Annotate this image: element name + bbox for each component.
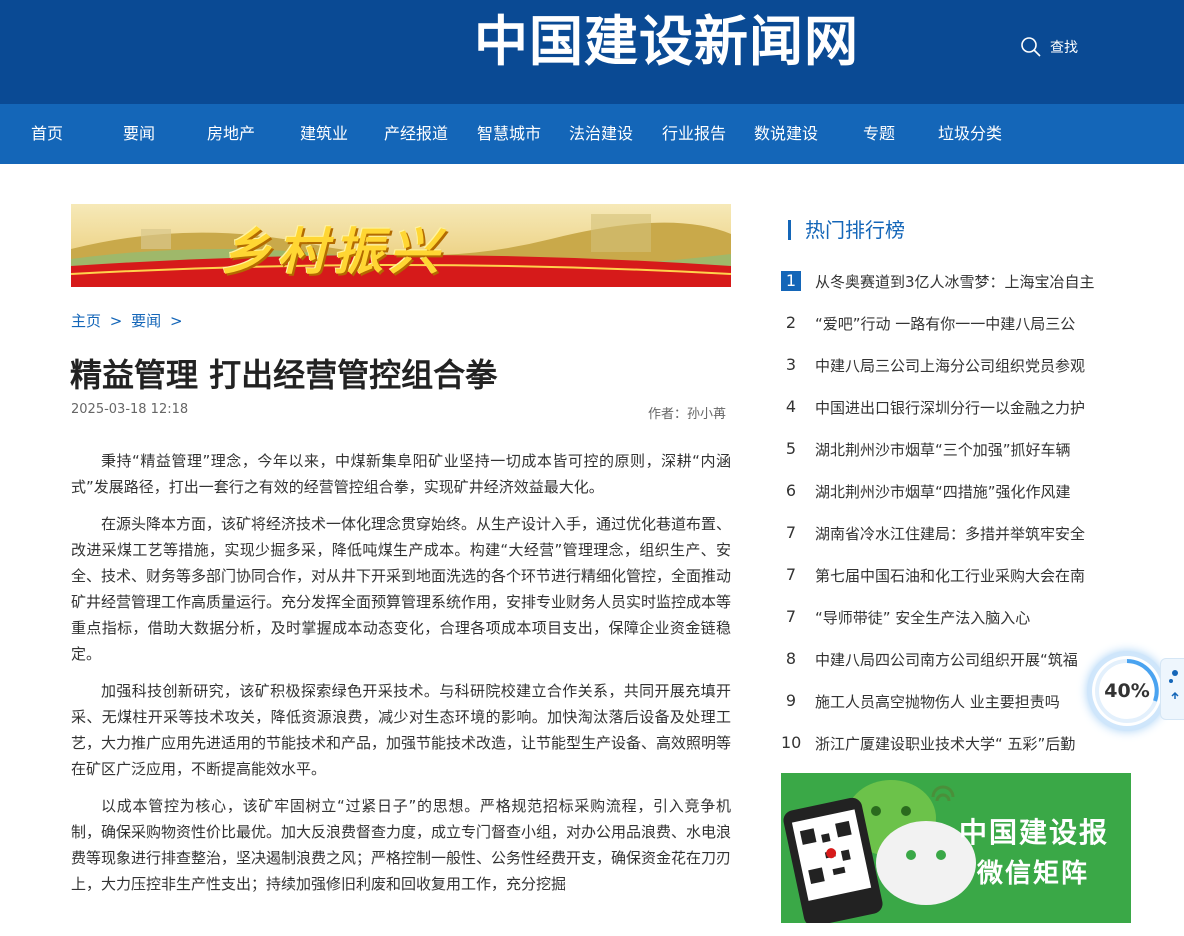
ranking-number: 2 (785, 313, 797, 332)
ranking-item[interactable]: 10 浙江广厦建设职业技术大学“ 五彩”后勤 (781, 722, 1141, 764)
nav-item-home[interactable]: 首页 (31, 104, 63, 164)
ranking-link[interactable]: 施工人员高空抛物伤人 业主要担责吗 (815, 691, 1060, 712)
ranking-number: 4 (785, 397, 797, 416)
nav-item-smart-city[interactable]: 智慧城市 (477, 104, 541, 164)
banner-title: 乡村振兴 (221, 222, 445, 281)
wechat-matrix-ad[interactable]: 中国建设报 微信矩阵 (781, 773, 1131, 923)
ranking-link[interactable]: 从冬奥赛道到3亿人冰雪梦：上海宝冶自主 (815, 271, 1095, 292)
ranking-number: 9 (785, 691, 797, 710)
article-paragraph: 在源头降本方面，该矿将经济技术一体化理念贯穿始终。从生产设计入手，通过优化巷道布… (71, 515, 732, 663)
ranking-number: 1 (781, 271, 801, 291)
ranking-link[interactable]: 中建八局四公司南方公司组织开展“筑福 (815, 649, 1078, 670)
ranking-link[interactable]: “导师带徒” 安全生产法入脑入心 (815, 607, 1030, 628)
ranking-link[interactable]: 湖北荆州沙市烟草“三个加强”抓好车辆 (815, 439, 1071, 460)
ranking-number: 7 (785, 523, 797, 542)
search-button[interactable]: 查找 (1020, 36, 1078, 58)
ranking-link[interactable]: 湖北荆州沙市烟草“四措施”强化作风建 (815, 481, 1071, 502)
wechat-phone-qr-graphic (783, 780, 976, 923)
breadcrumb-section[interactable]: 要闻 (131, 312, 161, 330)
ranking-link[interactable]: “爱吧”行动 一路有你一一中建八局三公 (815, 313, 1075, 334)
ranking-item[interactable]: 3 中建八局三公司上海分公司组织党员参观 (781, 344, 1141, 386)
article-title: 精益管理 打出经营管控组合拳 (70, 356, 498, 394)
nav-item-garbage-sorting[interactable]: 垃圾分类 (938, 104, 1002, 164)
ranking-item[interactable]: 2 “爱吧”行动 一路有你一一中建八局三公 (781, 302, 1141, 344)
ranking-item[interactable]: 1 从冬奥赛道到3亿人冰雪梦：上海宝冶自主 (781, 260, 1141, 302)
site-header: 中国建设新闻网 查找 (0, 0, 1184, 104)
floating-side-panel[interactable] (1160, 658, 1184, 720)
ranking-item[interactable]: 7 湖南省冷水江住建局：多措并举筑牢安全 (781, 512, 1141, 554)
ranking-link[interactable]: 中国进出口银行深圳分行一以金融之力护 (815, 397, 1085, 418)
site-logo[interactable]: 中国建设新闻网 (474, 6, 859, 76)
ranking-number: 8 (785, 649, 797, 668)
ranking-item[interactable]: 4 中国进出口银行深圳分行一以金融之力护 (781, 386, 1141, 428)
ranking-number: 7 (785, 565, 797, 584)
article-paragraph: 秉持“精益管理”理念，今年以来，中煤新集阜阳矿业坚持一切成本皆可控的原则，深耕“… (71, 452, 731, 496)
search-icon (1021, 37, 1041, 57)
ranking-number: 7 (785, 607, 797, 626)
ranking-link[interactable]: 浙江广厦建设职业技术大学“ 五彩”后勤 (815, 733, 1075, 754)
ranking-number: 5 (785, 439, 797, 458)
breadcrumb-separator: > (169, 312, 183, 330)
nav-item-topics[interactable]: 专题 (863, 104, 895, 164)
nav-item-news[interactable]: 要闻 (123, 104, 155, 164)
progress-percent: 40% (1104, 680, 1150, 702)
nav-item-real-estate[interactable]: 房地产 (207, 104, 255, 164)
ranking-number: 3 (785, 355, 797, 374)
hot-ranking-heading: 热门排行榜 (788, 220, 905, 240)
ranking-item[interactable]: 9 施工人员高空抛物伤人 业主要担责吗 (781, 680, 1141, 722)
breadcrumb-separator: > (109, 312, 123, 330)
rural-revitalization-banner[interactable]: 乡村振兴 (71, 204, 731, 287)
nav-item-industry-report[interactable]: 产经报道 (384, 104, 448, 164)
ranking-item[interactable]: 8 中建八局四公司南方公司组织开展“筑福 (781, 638, 1141, 680)
breadcrumb-home[interactable]: 主页 (71, 312, 101, 330)
nav-item-data[interactable]: 数说建设 (754, 104, 818, 164)
nav-item-industry-reports[interactable]: 行业报告 (662, 104, 726, 164)
ranking-item[interactable]: 7 “导师带徒” 安全生产法入脑入心 (781, 596, 1141, 638)
search-label: 查找 (1050, 40, 1078, 56)
share-icon (1169, 670, 1179, 699)
floating-progress-widget[interactable]: 40% (1092, 656, 1162, 726)
ad-title: 中国建设报 (958, 816, 1109, 849)
article-author: 作者：孙小苒 (648, 407, 727, 422)
article-paragraph: 以成本管控为核心，该矿牢固树立“过紧日子”的思想。严格规范招标采购流程，引入竞争… (71, 797, 732, 893)
article-body: 秉持“精益管理”理念，今年以来，中煤新集阜阳矿业坚持一切成本皆可控的原则，深耕“… (71, 448, 731, 908)
ranking-number: 6 (785, 481, 797, 500)
article-date: 2025-03-18 12:18 (71, 402, 189, 417)
ranking-link[interactable]: 湖南省冷水江住建局：多措并举筑牢安全 (815, 523, 1085, 544)
article-paragraph: 加强科技创新研究，该矿积极探索绿色开采技术。与科研院校建立合作关系，共同开展充填… (71, 682, 732, 778)
ad-subtitle: 微信矩阵 (976, 859, 1089, 889)
breadcrumb: 主页 > 要闻 > (71, 310, 187, 331)
ranking-item[interactable]: 7 第七届中国石油和化工行业采购大会在南 (781, 554, 1141, 596)
nav-item-rule-of-law[interactable]: 法治建设 (569, 104, 633, 164)
ranking-item[interactable]: 5 湖北荆州沙市烟草“三个加强”抓好车辆 (781, 428, 1141, 470)
ranking-link[interactable]: 第七届中国石油和化工行业采购大会在南 (815, 565, 1085, 586)
nav-item-construction[interactable]: 建筑业 (300, 104, 348, 164)
ranking-link[interactable]: 中建八局三公司上海分公司组织党员参观 (815, 355, 1085, 376)
main-nav: 首页 要闻 房地产 建筑业 产经报道 智慧城市 法治建设 行业报告 数说建设 专… (0, 104, 1184, 164)
ranking-number: 10 (781, 733, 802, 752)
ranking-item[interactable]: 6 湖北荆州沙市烟草“四措施”强化作风建 (781, 470, 1141, 512)
